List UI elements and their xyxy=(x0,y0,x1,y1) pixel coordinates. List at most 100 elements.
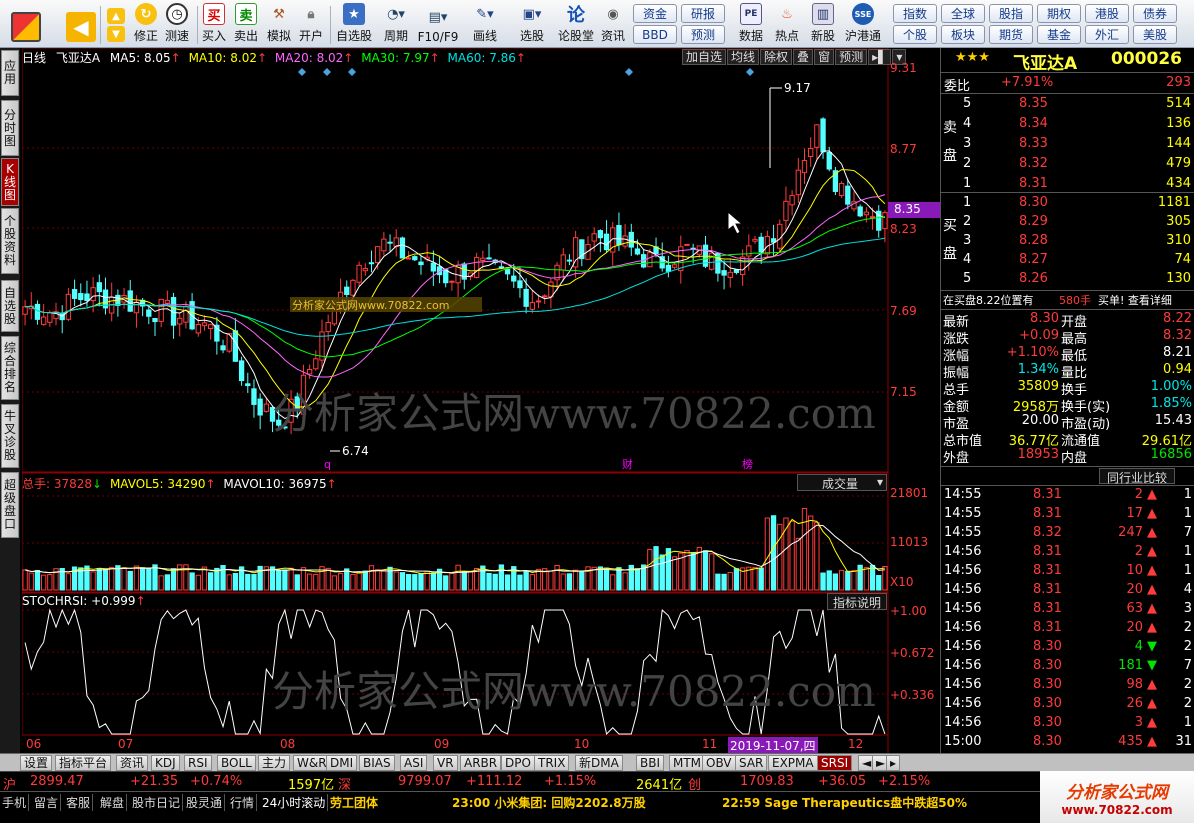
options-button[interactable]: 期权 xyxy=(1037,4,1081,23)
news-item-1[interactable]: 23:00 小米集团: 回购2202.8万股 xyxy=(452,794,646,811)
status-diary[interactable]: 股市日记 xyxy=(130,794,184,811)
indicator-tab-[interactable]: 资讯 xyxy=(116,755,149,771)
indicator-tab-wr[interactable]: W&R xyxy=(293,755,331,771)
ipo-button[interactable]: ▥ 新股 xyxy=(808,2,838,46)
indicator-tab-[interactable]: 指标平台 xyxy=(55,755,112,771)
single-stock-button[interactable]: 个股 xyxy=(893,25,937,44)
tab-apps[interactable]: 应用 xyxy=(1,50,19,96)
status-message[interactable]: 留言 xyxy=(32,794,62,811)
hot-button[interactable]: ♨ 热点 xyxy=(772,2,802,46)
period-button[interactable]: ◔▾ 周期 xyxy=(378,2,414,46)
forum-button[interactable]: 论 论股堂 xyxy=(556,2,596,46)
indicator-tab-vr[interactable]: VR xyxy=(433,755,458,771)
tab-kline[interactable]: K线图 xyxy=(1,158,19,206)
add-watchlist-button[interactable]: 加自选 xyxy=(682,49,727,65)
tab-diagnose[interactable]: 牛叉诊股 xyxy=(1,404,19,468)
status-mobile[interactable]: 手机 xyxy=(0,794,30,811)
back-button[interactable]: ◀ xyxy=(66,2,96,46)
hk-connect-icon: SSE xyxy=(852,3,874,25)
indicator-tab-[interactable]: 主力 xyxy=(258,755,291,771)
candle-body xyxy=(40,316,47,325)
indicator-tab-mtm[interactable]: MTM xyxy=(669,755,706,771)
us-stocks-button[interactable]: 美股 xyxy=(1133,25,1177,44)
indicator-tab-trix[interactable]: TRIX xyxy=(534,755,570,771)
indicator-tab-asi[interactable]: ASI xyxy=(400,755,428,771)
news-item-2[interactable]: 22:59 Sage Therapeutics盘中跌超50% xyxy=(722,794,967,811)
speed-test-button[interactable]: ◷ 测速 xyxy=(162,2,192,46)
ex-right-button[interactable]: 除权 xyxy=(760,49,793,65)
indicator-tab-dpo[interactable]: DPO xyxy=(501,755,535,771)
futures-button[interactable]: 期货 xyxy=(989,25,1033,44)
indicator-tab-expma[interactable]: EXPMA xyxy=(768,755,818,771)
draw-line-button[interactable]: ✎▾ 画线 xyxy=(466,2,504,46)
funds-button[interactable]: 资金 xyxy=(633,4,677,23)
indicator-tab-bbi[interactable]: BBI xyxy=(636,755,665,771)
sector-button[interactable]: 板块 xyxy=(941,25,985,44)
sh-value: 2899.47 xyxy=(30,774,84,789)
status-market[interactable]: 行情 xyxy=(228,794,258,811)
volume-bar xyxy=(405,574,412,591)
fix-button[interactable]: ↻ 修正 xyxy=(132,2,160,46)
forex-button[interactable]: 外汇 xyxy=(1085,25,1129,44)
indicator-tab-rsi[interactable]: RSI xyxy=(184,755,212,771)
tab-intraday[interactable]: 分时图 xyxy=(1,100,19,156)
status-analysis[interactable]: 解盘 xyxy=(98,794,128,811)
indicator-tab-arbr[interactable]: ARBR xyxy=(460,755,502,771)
watchlist-button[interactable]: ★ 自选股 xyxy=(334,2,374,46)
bonds-button[interactable]: 债券 xyxy=(1133,4,1177,23)
volume-indicator-select[interactable]: 成交量 ▾ xyxy=(797,474,887,491)
candle-body xyxy=(826,151,832,170)
status-service[interactable]: 客服 xyxy=(64,794,94,811)
indicator-tab-kdj[interactable]: KDJ xyxy=(151,755,180,771)
arrow-up-icon: ▲ xyxy=(1147,696,1157,711)
tab-watchlist[interactable]: 自选股 xyxy=(1,280,19,332)
overlay-button[interactable]: 叠 xyxy=(793,49,814,65)
simulate-button[interactable]: ⚒ 模拟 xyxy=(264,2,294,46)
status-lingtong[interactable]: 股灵通 xyxy=(184,794,226,811)
indicator-tab-boll[interactable]: BOLL xyxy=(217,755,256,771)
tab-ranking[interactable]: 综合排名 xyxy=(1,336,19,400)
bbd-button[interactable]: BBD xyxy=(633,25,677,44)
data-button[interactable]: PE 数据 xyxy=(736,2,766,46)
fund-button[interactable]: 基金 xyxy=(1037,25,1081,44)
sell-button[interactable]: 卖 卖出 xyxy=(232,2,260,46)
indicator-help-button[interactable]: 指标说明 xyxy=(827,593,887,610)
window-button[interactable]: 窗 xyxy=(814,49,835,65)
chart-area[interactable]: 分析家公式网www.70822.com 分析家公式网www.70822.com … xyxy=(22,48,940,754)
stock-picker-button[interactable]: ▣▾ 选股 xyxy=(512,2,552,46)
volume-bar xyxy=(721,573,727,591)
more-icon[interactable]: ▸ xyxy=(886,755,901,771)
hk-stocks-button[interactable]: 港股 xyxy=(1085,4,1129,23)
open-account-button[interactable]: 🔒︎ 开户 xyxy=(296,2,326,46)
indicator-tab-[interactable]: 设置 xyxy=(20,755,53,771)
industry-compare-button[interactable]: 同行业比较 xyxy=(1099,468,1175,485)
watermark-price: 分析家公式网www.70822.com xyxy=(272,389,876,438)
index-button[interactable]: 指数 xyxy=(893,4,937,23)
queue-detail-link[interactable]: 买单! 查看详细 xyxy=(1098,292,1172,308)
kline-chart-svg[interactable]: 分析家公式网www.70822.com 分析家公式网www.70822.com … xyxy=(22,48,940,753)
hk-connect-button[interactable]: SSE 沪港通 xyxy=(842,2,884,46)
expand-icon[interactable]: ▸▌ xyxy=(868,49,892,65)
status-24h[interactable]: 24小时滚动 xyxy=(260,794,329,811)
indicator-tab-dmi[interactable]: DMI xyxy=(326,755,358,771)
indicator-tab-srsi[interactable]: SRSI xyxy=(817,755,853,771)
f10-button[interactable]: ▤▾ F10/F9 xyxy=(416,2,460,46)
global-button[interactable]: 全球 xyxy=(941,4,985,23)
forecast-chart-button[interactable]: 预测 xyxy=(835,49,868,65)
stock-index-button[interactable]: 股指 xyxy=(989,4,1033,23)
indicator-tab-obv[interactable]: OBV xyxy=(702,755,736,771)
indicator-tab-sar[interactable]: SAR xyxy=(735,755,768,771)
page-up-button[interactable]: ▲ ▼ xyxy=(104,2,128,46)
forecast-button[interactable]: 预测 xyxy=(681,25,725,44)
tab-profile[interactable]: 个股资料 xyxy=(1,208,19,274)
price: 8.26 xyxy=(1019,271,1048,286)
buy-button[interactable]: 买 买入 xyxy=(200,2,228,46)
news-button[interactable]: ◉ 资讯 xyxy=(598,2,628,46)
indicator-tab-bias[interactable]: BIAS xyxy=(359,755,395,771)
research-button[interactable]: 研报 xyxy=(681,4,725,23)
tab-depth[interactable]: 超级盘口 xyxy=(1,472,19,538)
app-logo[interactable] xyxy=(6,2,46,46)
indicator-tab-dma[interactable]: 新DMA xyxy=(575,755,623,771)
candle-body xyxy=(795,169,801,196)
ma-button[interactable]: 均线 xyxy=(727,49,760,65)
